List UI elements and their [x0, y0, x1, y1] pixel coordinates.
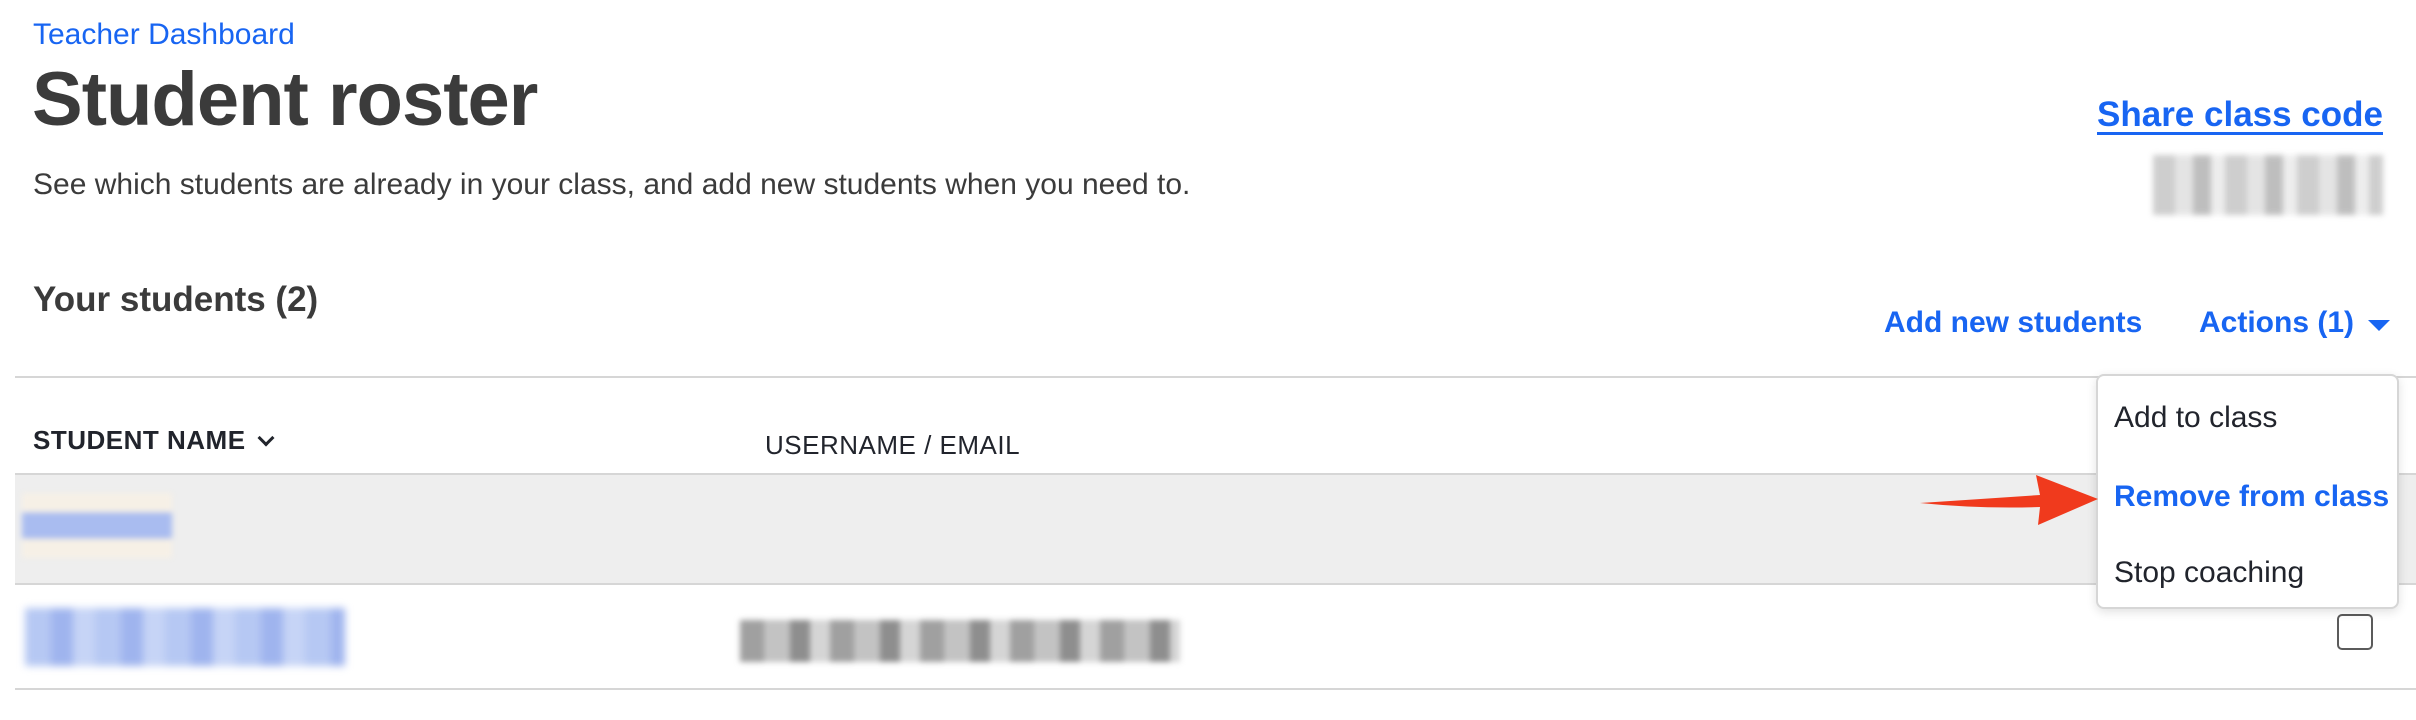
- student-roster-page: Teacher Dashboard Student roster See whi…: [0, 0, 2416, 720]
- share-class-code-link[interactable]: Share class code: [2097, 95, 2383, 135]
- actions-menu: Add to class Remove from class Stop coac…: [2096, 374, 2399, 609]
- table-divider: [15, 688, 2416, 690]
- column-header-label: STUDENT NAME: [33, 425, 246, 455]
- caret-down-icon: [2368, 319, 2391, 331]
- table-divider: [15, 376, 2416, 378]
- page-subtitle: See which students are already in your c…: [33, 168, 1191, 201]
- add-new-students-button[interactable]: Add new students: [1884, 306, 2142, 340]
- username-redacted: [740, 620, 1180, 662]
- class-code-redacted: [2153, 155, 2383, 215]
- row-select-checkbox[interactable]: [2337, 614, 2373, 650]
- menu-item-add-to-class[interactable]: Add to class: [2114, 401, 2277, 435]
- column-header-username-email: USERNAME / EMAIL: [765, 430, 1021, 460]
- menu-item-stop-coaching[interactable]: Stop coaching: [2114, 556, 2304, 590]
- actions-label: Actions (1): [2199, 306, 2355, 339]
- student-name-redacted[interactable]: [22, 493, 172, 558]
- page-title: Student roster: [32, 57, 538, 142]
- annotation-arrow-icon: [1920, 475, 2098, 525]
- breadcrumb-teacher-dashboard[interactable]: Teacher Dashboard: [33, 18, 295, 52]
- student-name-redacted[interactable]: [25, 608, 345, 666]
- table-divider: [15, 583, 2416, 585]
- column-header-student-name[interactable]: STUDENT NAME: [33, 425, 275, 456]
- students-section-title: Your students (2): [33, 280, 319, 319]
- menu-item-remove-from-class[interactable]: Remove from class: [2114, 480, 2389, 514]
- chevron-down-icon: [257, 429, 275, 446]
- actions-dropdown-button[interactable]: Actions (1): [2199, 306, 2391, 340]
